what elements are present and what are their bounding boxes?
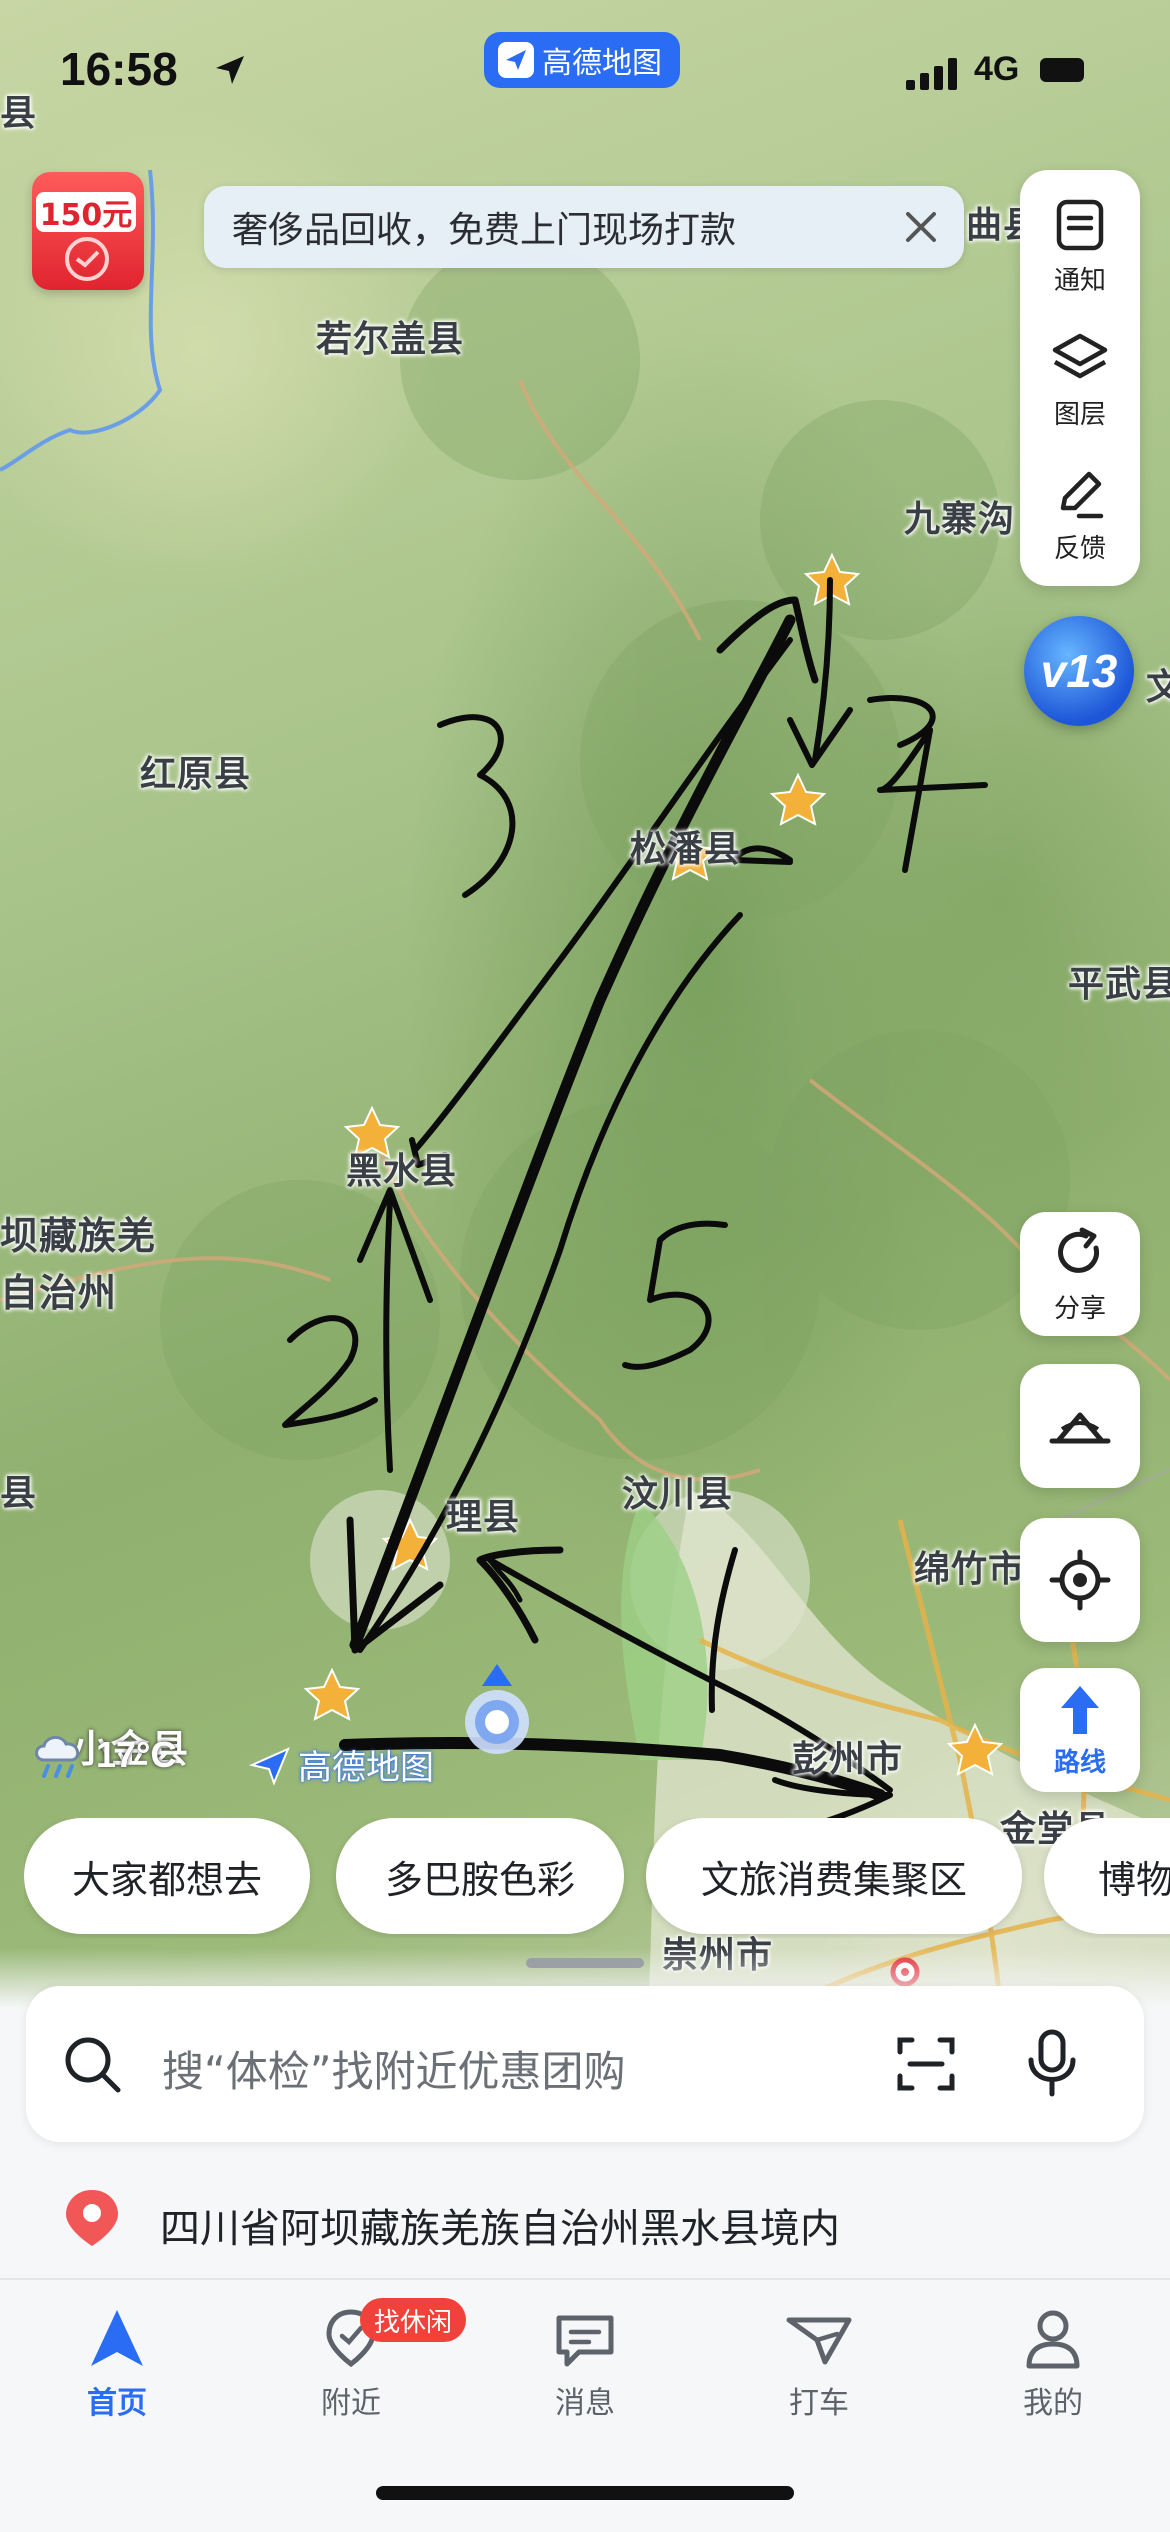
profile-icon [1026, 2310, 1080, 2369]
divider [0, 2278, 1170, 2280]
watermark-text: 高德地图 [298, 1748, 434, 1788]
3d-view-icon [1049, 1412, 1111, 1444]
amap-logo-icon [498, 42, 534, 78]
search-placeholder: 搜“体检”找附近优惠团购 [162, 2047, 626, 2096]
map-label: 彭州市 [792, 1739, 904, 1780]
map-label: 平武县 [1068, 964, 1170, 1005]
weather-temp: 17°C [96, 1734, 177, 1775]
tool-label: 反馈 [1053, 533, 1106, 564]
category-chips: 大家都想去 多巴胺色彩 文旅消费集聚区 博物馆 [24, 1818, 1170, 1938]
chip[interactable]: 博物馆 [1044, 1818, 1170, 1934]
tab-nearby[interactable]: 附近 找休闲 [234, 2298, 468, 2438]
map-label: 九寨沟 [904, 499, 1016, 540]
notification-button[interactable]: 通知 [1020, 178, 1140, 314]
search-bar[interactable]: 搜“体检”找附近优惠团购 [26, 1986, 1144, 2142]
back-to-app-pill[interactable]: 高德地图 [484, 32, 680, 88]
ad-banner[interactable]: 奢侈品回收，免费上门现场打款 [204, 186, 964, 268]
share-label: 分享 [1053, 1293, 1106, 1324]
feedback-pencil-icon [1060, 471, 1104, 518]
3d-view-button[interactable] [1020, 1364, 1140, 1488]
status-bar: 16:58 高德地图 4G [0, 0, 1170, 150]
status-time: 16:58 [60, 43, 178, 95]
map-label: 文 [1146, 667, 1170, 708]
search-icon [65, 2037, 121, 2093]
tab-messages[interactable]: 消息 [468, 2298, 702, 2438]
chip[interactable]: 多巴胺色彩 [336, 1818, 624, 1934]
scan-icon[interactable] [894, 2032, 958, 2096]
tab-profile[interactable]: 我的 [936, 2298, 1170, 2438]
amap-logo-icon [248, 1746, 290, 1786]
microphone-icon[interactable] [1024, 2028, 1080, 2098]
weather-widget[interactable]: 17°C [30, 1730, 176, 1780]
scenic-star-icon [303, 1667, 361, 1721]
user-location-marker-icon[interactable] [452, 1660, 542, 1770]
tool-label: 通知 [1053, 265, 1106, 296]
location-pin-icon [66, 2190, 118, 2246]
message-icon [556, 2315, 614, 2367]
map-label: 自治州 [0, 1271, 118, 1315]
amap-watermark: 高德地图 [248, 1740, 434, 1789]
close-icon[interactable] [898, 204, 944, 250]
tool-label: 图层 [1053, 399, 1106, 430]
tab-label: 消息 [555, 2386, 615, 2421]
map-view[interactable]: 若尔盖县 九寨沟 红原县 松潘县 平武县 黑水县 坝藏族羌 自治州 理县 汶川县… [0, 0, 1170, 2110]
tab-label: 打车 [789, 2386, 849, 2421]
network-type: 4G [974, 50, 1020, 88]
tab-label: 附近 [321, 2386, 381, 2421]
cellular-signal-icon [906, 58, 957, 90]
coupon-ticket-icon [65, 237, 109, 281]
tab-badge: 找休闲 [360, 2298, 467, 2342]
crosshair-locate-icon [1049, 1549, 1111, 1611]
map-label: 汶川县 [622, 1474, 734, 1515]
route-label: 路线 [1053, 1747, 1106, 1778]
route-button[interactable]: 路线 [1020, 1668, 1140, 1792]
carrier-app-name: 高德地图 [542, 46, 662, 81]
map-side-toolbar: 通知 图层 反馈 [1020, 170, 1140, 586]
sheet-drag-handle[interactable] [526, 1958, 644, 1968]
coupon-amount: 150元 [36, 192, 136, 233]
cloud-rain-icon [35, 1736, 80, 1778]
location-arrow-icon [216, 56, 244, 84]
battery-icon [1040, 58, 1084, 82]
taxi-icon [786, 2317, 852, 2365]
layers-icon [1052, 333, 1108, 378]
current-location-row[interactable]: 四川省阿坝藏族羌族自治州黑水县境内 [0, 2160, 1170, 2274]
map-roads-layer [0, 169, 1170, 2110]
notification-icon [1056, 199, 1104, 250]
tab-label: 首页 [87, 2386, 147, 2421]
map-label: 松潘县 [630, 829, 742, 870]
current-location-text: 四川省阿坝藏族羌族自治州黑水县境内 [160, 2206, 840, 2252]
feedback-button[interactable]: 反馈 [1020, 446, 1140, 582]
home-indicator[interactable] [376, 2486, 794, 2500]
locate-me-button[interactable] [1020, 1518, 1140, 1642]
map-label: 黑水县 [346, 1151, 458, 1192]
map-label: 红原县 [140, 754, 252, 795]
map-label: 绵竹市 [914, 1549, 1026, 1590]
layers-button[interactable]: 图层 [1020, 312, 1140, 448]
chip[interactable]: 大家都想去 [24, 1818, 310, 1934]
map-label: 坝藏族羌 [0, 1214, 157, 1258]
tab-home[interactable]: 首页 [0, 2298, 234, 2438]
home-arrow-icon [91, 2310, 143, 2366]
share-icon [1058, 1227, 1100, 1273]
map-label: 理县 [446, 1497, 521, 1538]
tab-label: 我的 [1023, 2386, 1083, 2421]
chip[interactable]: 文旅消费集聚区 [646, 1818, 1022, 1934]
ad-banner-text: 奢侈品回收，免费上门现场打款 [232, 210, 737, 251]
coupon-badge[interactable]: 150元 [32, 172, 144, 290]
tab-taxi[interactable]: 打车 [702, 2298, 936, 2438]
map-label: 若尔盖县 [316, 319, 465, 360]
share-button[interactable]: 分享 [1020, 1212, 1140, 1336]
route-arrow-icon [1061, 1685, 1099, 1734]
map-label: 县 [0, 1473, 38, 1514]
version-badge[interactable]: v13 [1024, 616, 1134, 726]
